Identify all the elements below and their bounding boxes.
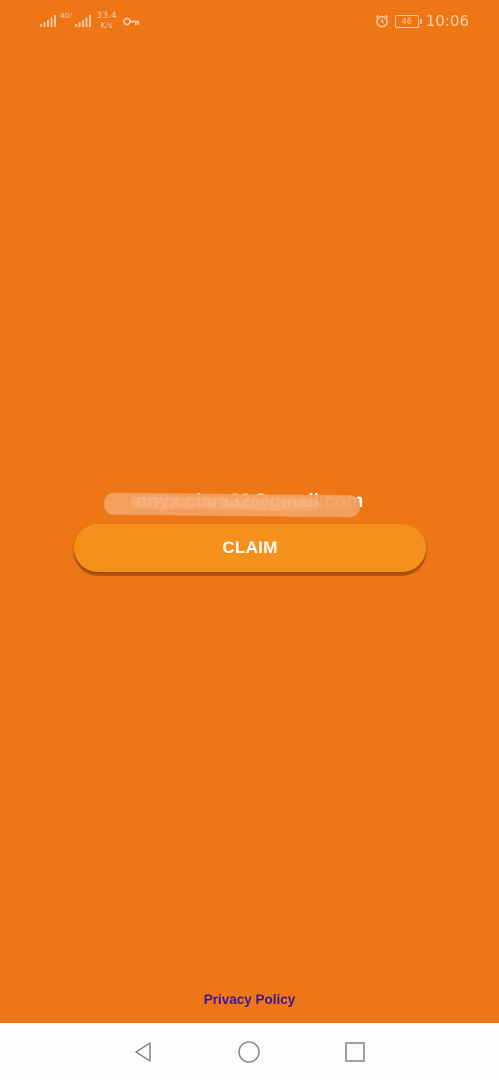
system-nav-bar — [0, 1023, 499, 1080]
claim-button-label: CLAIM — [222, 538, 278, 557]
battery-icon: 46 — [394, 14, 422, 28]
status-bar: 4G⁺ 33.4 K/s 46 10:06 — [0, 0, 499, 40]
back-icon — [135, 1042, 151, 1062]
recents-icon — [345, 1042, 365, 1062]
privacy-policy-link[interactable]: Privacy Policy — [0, 991, 499, 1009]
redaction-scribble — [103, 492, 361, 518]
nav-recents-button[interactable] — [342, 1039, 368, 1065]
network-speed: 33.4 K/s — [96, 11, 118, 31]
alarm-icon — [375, 14, 389, 28]
vpn-key-icon — [122, 17, 139, 25]
signal-icon — [74, 15, 91, 27]
nav-back-button[interactable] — [130, 1039, 156, 1065]
battery-level: 46 — [401, 16, 412, 26]
network-speed-unit: K/s — [100, 21, 113, 30]
status-bar-right: 46 10:06 — [375, 9, 469, 33]
app-screen: 4G⁺ 33.4 K/s 46 10:06 CLAIM Privacy Poli… — [0, 0, 499, 1023]
network-generation-label: 4G⁺ — [60, 11, 74, 20]
signal-icon — [40, 15, 56, 27]
home-icon — [238, 1041, 260, 1063]
status-bar-left: 4G⁺ 33.4 K/s — [40, 9, 140, 33]
network-speed-value: 33.4 — [96, 11, 117, 21]
nav-home-button[interactable] — [236, 1039, 262, 1065]
claim-button[interactable]: CLAIM — [74, 524, 426, 572]
status-time: 10:06 — [425, 12, 469, 30]
